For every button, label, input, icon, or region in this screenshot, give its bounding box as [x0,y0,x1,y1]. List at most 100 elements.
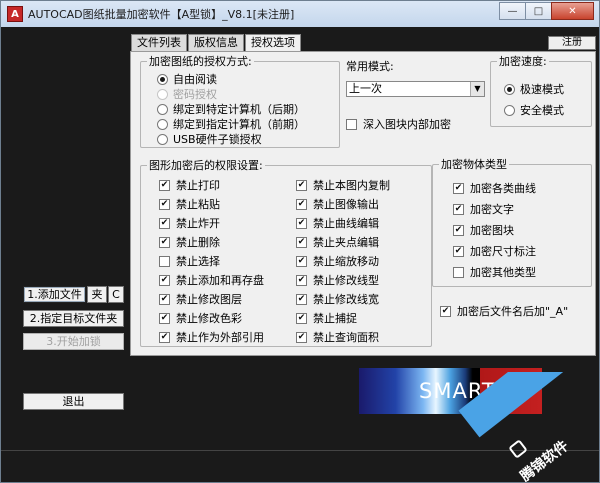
checkbox-label: 禁止删除 [176,236,220,249]
checkbox-label: 禁止作为外部引用 [176,331,264,344]
clear-list-button[interactable]: C [108,286,124,303]
permission-checkbox[interactable]: 禁止修改线型 [296,272,379,288]
checkbox-box [453,266,464,278]
permission-legend: 图形加密后的权限设置: [149,159,263,172]
checkbox-label: 加密图块 [470,224,514,237]
exit-button[interactable]: 退出 [23,393,124,410]
radio-label: 安全模式 [520,104,564,117]
checkbox-label: 禁止修改色彩 [176,312,242,325]
checkbox-box [296,179,307,191]
tab-strip: 文件列表 版权信息 授权选项 [131,34,302,52]
tab-file-list[interactable]: 文件列表 [131,34,187,51]
checkbox-box [159,274,170,286]
checkbox-box [159,331,170,343]
permission-checkbox[interactable]: 禁止修改色彩 [159,310,242,326]
add-folder-button[interactable]: 夹 [87,286,107,303]
target-folder-button[interactable]: 2.指定目标文件夹 [23,310,124,327]
permission-checkbox[interactable]: 禁止曲线编辑 [296,215,379,231]
permission-checkbox[interactable]: 禁止缩放移动 [296,253,379,269]
suffix-option-checkbox[interactable]: 加密后文件名后加"_A" [440,303,568,319]
object-type-checkbox[interactable]: 加密其他类型 [453,264,536,280]
chevron-down-icon[interactable]: ▼ [470,82,484,96]
checkbox-box [453,224,464,236]
permission-checkbox[interactable]: 禁止粘贴 [159,196,220,212]
radio-safe-mode[interactable]: 安全模式 [504,102,564,118]
radio-dot [157,88,168,100]
radio-label: USB硬件子锁授权 [173,133,262,146]
permission-checkbox[interactable]: 禁止查询面积 [296,329,379,345]
window-controls: — □ ✕ [499,2,594,20]
checkbox-box [346,118,357,130]
tab-copyright[interactable]: 版权信息 [188,34,244,51]
permission-checkbox[interactable]: 禁止夹点编辑 [296,234,379,250]
permission-checkbox[interactable]: 禁止本图内复制 [296,177,390,193]
object-type-checkbox[interactable]: 加密文字 [453,201,514,217]
watermark-text: 腾锦软件 [517,437,572,482]
object-type-checkbox[interactable]: 加密图块 [453,222,514,238]
checkbox-label: 禁止本图内复制 [313,179,390,192]
checkbox-box [296,293,307,305]
radio-fast-mode[interactable]: 极速模式 [504,81,564,97]
minimize-button[interactable]: — [499,2,525,20]
checkbox-box [453,182,464,194]
permission-checkbox[interactable]: 禁止修改图层 [159,291,242,307]
auth-options-panel: 加密图纸的授权方式: 自由阅读 密码授权 绑定到特定计算机（后期） 绑定到指定计… [130,51,596,356]
permission-checkbox[interactable]: 禁止炸开 [159,215,220,231]
checkbox-label: 禁止添加和再存盘 [176,274,264,287]
checkbox-box [296,217,307,229]
checkbox-label: 禁止修改线型 [313,274,379,287]
radio-password-auth[interactable]: 密码授权 [157,86,217,102]
radio-free-read[interactable]: 自由阅读 [157,71,217,87]
checkbox-box [159,198,170,210]
checkbox-box [159,236,170,248]
checkbox-label: 加密尺寸标注 [470,245,536,258]
title-bar[interactable]: A AUTOCAD图纸批量加密软件【A型锁】_V8.1[未注册] — □ ✕ [1,1,599,27]
permission-checkbox[interactable]: 禁止作为外部引用 [159,329,264,345]
permission-checkbox[interactable]: 禁止捕捉 [296,310,357,326]
checkbox-label: 禁止缩放移动 [313,255,379,268]
checkbox-box [453,245,464,257]
permission-checkbox[interactable]: 禁止修改线宽 [296,291,379,307]
tab-auth-options[interactable]: 授权选项 [245,34,301,52]
maximize-button[interactable]: □ [525,2,551,20]
permission-checkbox[interactable]: 禁止图像输出 [296,196,379,212]
app-window: A AUTOCAD图纸批量加密软件【A型锁】_V8.1[未注册] — □ ✕ 文… [0,0,600,483]
window-title: AUTOCAD图纸批量加密软件【A型锁】_V8.1[未注册] [28,8,295,21]
radio-label: 绑定到指定计算机（前期） [173,118,305,131]
close-button[interactable]: ✕ [551,2,594,20]
radio-bind-computer-early[interactable]: 绑定到指定计算机（前期） [157,116,305,132]
checkbox-label: 禁止粘贴 [176,198,220,211]
checkbox-box [453,203,464,215]
permission-checkbox[interactable]: 禁止打印 [159,177,220,193]
speed-legend: 加密速度: [499,55,547,68]
add-file-button[interactable]: 1.添加文件 [23,286,86,303]
checkbox-label: 加密其他类型 [470,266,536,279]
checkbox-box [159,312,170,324]
checkbox-box [296,198,307,210]
common-mode-select[interactable]: 上一次 ▼ [346,81,485,97]
permission-checkbox[interactable]: 禁止添加和再存盘 [159,272,264,288]
checkbox-box [296,312,307,324]
object-type-checkbox[interactable]: 加密尺寸标注 [453,243,536,259]
radio-label: 极速模式 [520,83,564,96]
radio-label: 自由阅读 [173,73,217,86]
start-lock-button[interactable]: 3.开始加锁 [23,333,124,350]
radio-dot [157,103,168,115]
checkbox-label: 禁止修改图层 [176,293,242,306]
permission-checkbox[interactable]: 禁止删除 [159,234,220,250]
checkbox-label: 加密各类曲线 [470,182,536,195]
radio-dot [504,83,515,95]
radio-dot [157,133,168,145]
permission-checkbox[interactable]: 禁止选择 [159,253,220,269]
checkbox-label: 禁止曲线编辑 [313,217,379,230]
checkbox-label: 禁止选择 [176,255,220,268]
register-button[interactable]: 注册 [548,36,596,50]
object-type-legend: 加密物体类型 [441,158,507,171]
radio-usb-sublock[interactable]: USB硬件子锁授权 [157,131,262,147]
deep-block-encrypt-checkbox[interactable]: 深入图块内部加密 [346,116,451,132]
object-type-checkbox[interactable]: 加密各类曲线 [453,180,536,196]
radio-bind-computer-late[interactable]: 绑定到特定计算机（后期） [157,101,305,117]
watermark-logo-icon [508,439,528,459]
checkbox-label: 禁止图像输出 [313,198,379,211]
radio-dot [157,73,168,85]
